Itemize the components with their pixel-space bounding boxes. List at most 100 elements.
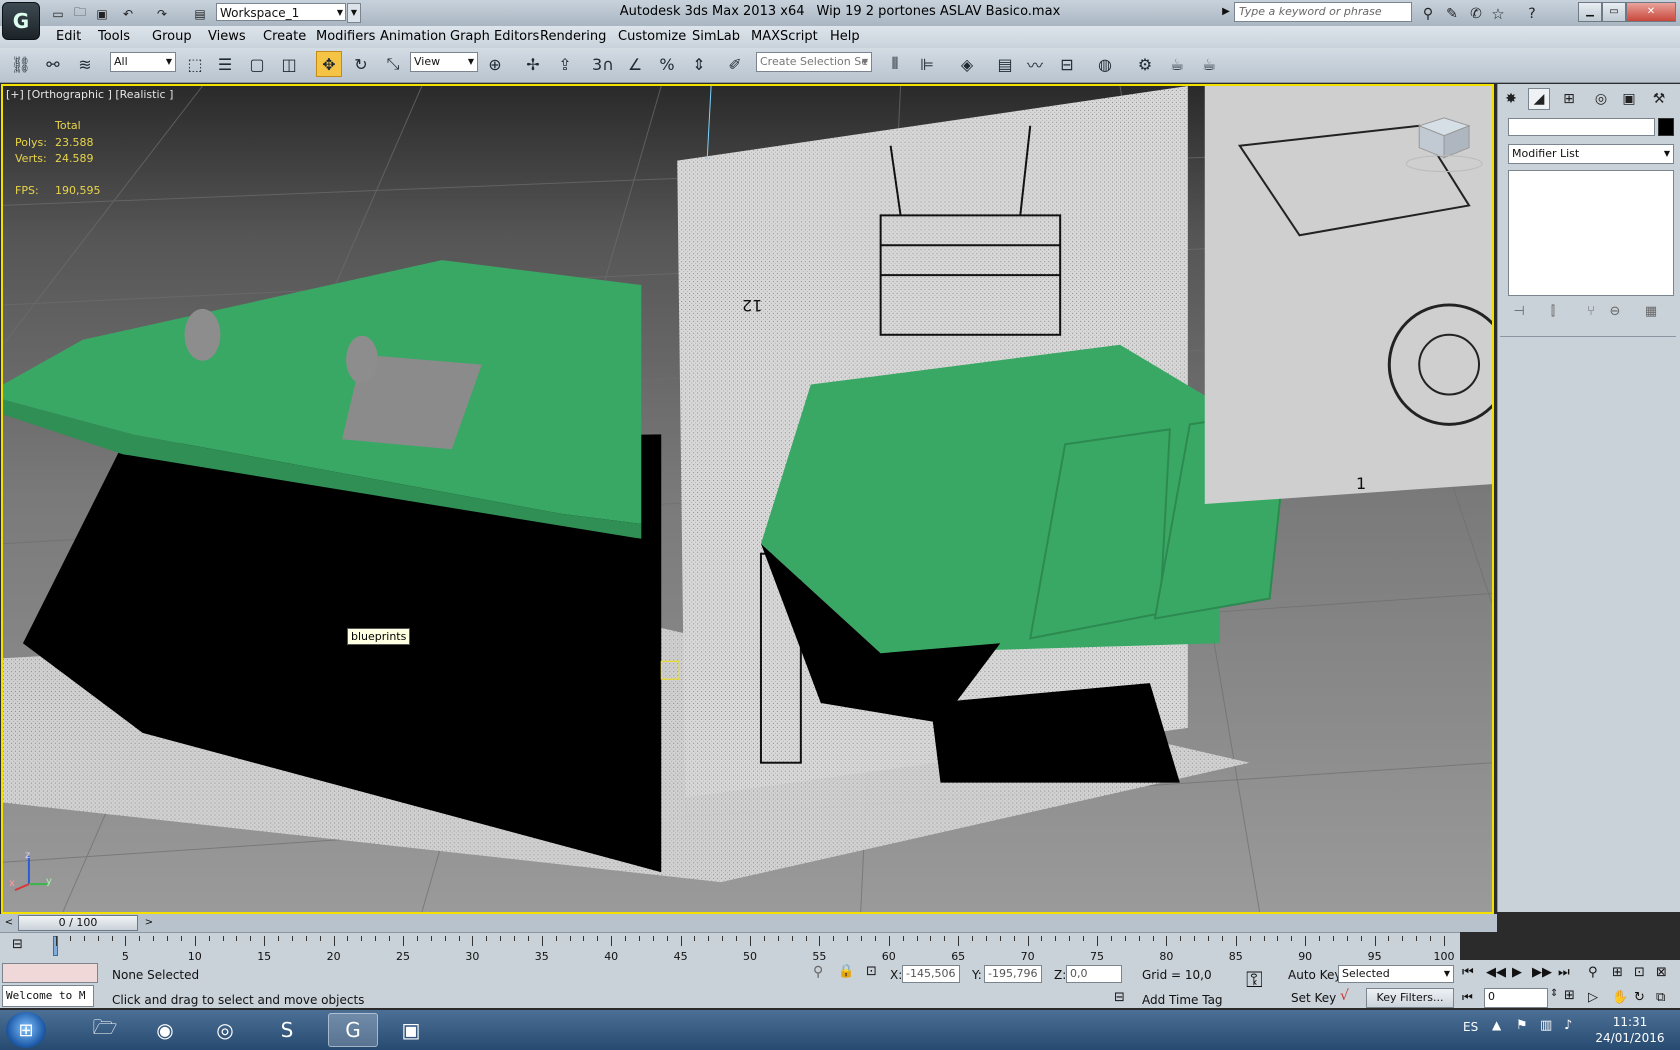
action-center-icon[interactable]: ⚑ — [1516, 1018, 1528, 1033]
zoom-extents-icon[interactable]: ⊡ — [1634, 965, 1645, 980]
input-language[interactable]: ES — [1463, 1020, 1478, 1034]
play-icon[interactable]: ▶ — [1512, 965, 1522, 980]
maximize-viewport-icon[interactable]: ⧉ — [1656, 990, 1665, 1005]
modify-tab-icon[interactable]: ◢ — [1528, 88, 1550, 110]
window-crossing-icon[interactable]: ◫ — [276, 51, 302, 77]
windows-start-icon[interactable]: ⊞ — [6, 1012, 46, 1048]
zoom-all-icon[interactable]: ⊞ — [1612, 965, 1623, 980]
menu-rendering[interactable]: Rendering — [540, 26, 606, 48]
skype-icon[interactable]: S — [262, 1013, 312, 1047]
unlink-icon[interactable]: ⚯ — [40, 51, 66, 77]
volume-icon[interactable]: ♪ — [1564, 1018, 1572, 1033]
viewport-label[interactable]: [+] [Orthographic ] [Realistic ] — [6, 88, 173, 101]
select-by-name-icon[interactable]: ☰ — [212, 51, 238, 77]
menu-views[interactable]: Views — [208, 26, 246, 48]
object-color-swatch[interactable] — [1658, 118, 1674, 136]
angle-snap-icon[interactable]: ∠ — [622, 51, 648, 77]
curve-editor-icon[interactable]: 〰 — [1022, 51, 1048, 77]
subscription-icon[interactable]: ✎ — [1442, 4, 1462, 23]
select-and-link-icon[interactable]: ⛓ — [8, 51, 34, 77]
communication-icon[interactable]: ✆ — [1466, 4, 1486, 23]
remove-modifier-icon[interactable]: ⊖ — [1604, 302, 1626, 322]
time-slider-thumb[interactable]: 0 / 100 — [18, 915, 138, 931]
set-key-icon[interactable]: ⚿ — [1246, 968, 1263, 993]
field-of-view-icon[interactable]: ▷ — [1588, 990, 1598, 1005]
percent-snap-icon[interactable]: % — [654, 51, 680, 77]
configure-sets-icon[interactable]: ▦ — [1640, 302, 1662, 322]
tray-expand-icon[interactable]: ▲ — [1492, 1018, 1501, 1032]
spinner-snap-icon[interactable]: ⇕ — [686, 51, 712, 77]
edit-named-selection-icon[interactable]: ✐ — [722, 51, 748, 77]
display-tab-icon[interactable]: ▣ — [1618, 88, 1640, 110]
menu-tools[interactable]: Tools — [98, 26, 130, 48]
select-object-icon[interactable]: ⬚ — [182, 51, 208, 77]
key-mode-icon[interactable]: ⏮ — [1462, 990, 1473, 1005]
schematic-view-icon[interactable]: ⊟ — [1054, 51, 1080, 77]
rectangular-selection-icon[interactable]: ▢ — [244, 51, 270, 77]
rendered-frame-icon[interactable]: ☕ — [1164, 51, 1190, 77]
menu-animation[interactable]: Animation — [380, 26, 446, 48]
maximize-button[interactable]: ▭ — [1602, 2, 1626, 22]
network-icon[interactable]: ▥ — [1540, 1018, 1552, 1033]
render-production-icon[interactable]: ☕ — [1196, 51, 1222, 77]
binoculars-icon[interactable]: ⚲ — [1418, 4, 1438, 23]
select-and-move-icon[interactable]: ✥ — [316, 51, 342, 77]
z-coordinate-field[interactable]: 0,0 — [1066, 965, 1122, 983]
render-setup-icon[interactable]: ⚙ — [1132, 51, 1158, 77]
hierarchy-tab-icon[interactable]: ⊞ — [1558, 88, 1580, 110]
create-tab-icon[interactable]: ✸ — [1500, 88, 1522, 110]
perspective-viewport[interactable] — [1, 84, 1494, 914]
minimize-button[interactable]: ▁ — [1578, 2, 1602, 22]
selection-lock-icon[interactable]: 🔒 — [838, 964, 854, 979]
key-filters-button[interactable]: Key Filters... — [1366, 988, 1454, 1008]
go-to-end-icon[interactable]: ⏭ — [1558, 965, 1570, 980]
menu-maxscript[interactable]: MAXScript — [751, 26, 818, 48]
time-slider-next-icon[interactable]: > — [142, 915, 156, 931]
menu-create[interactable]: Create — [263, 26, 306, 48]
maxscript-mini-listener[interactable] — [2, 963, 98, 983]
select-and-scale-icon[interactable]: ⤡ — [380, 51, 406, 77]
search-input[interactable]: Type a keyword or phrase — [1234, 2, 1412, 22]
add-time-tag-button[interactable]: Add Time Tag — [1142, 993, 1223, 1007]
app-logo-icon[interactable]: G — [2, 2, 40, 40]
go-to-start-icon[interactable]: ⏮ — [1462, 965, 1474, 980]
3dsmax-taskbar-icon[interactable]: G — [328, 1013, 378, 1047]
align-icon[interactable]: ⊫ — [914, 51, 940, 77]
menu-edit[interactable]: Edit — [56, 26, 81, 48]
key-filter-dropdown[interactable]: Selected ▼ — [1338, 965, 1454, 983]
close-button[interactable]: ✕ — [1626, 2, 1676, 22]
pan-view-icon[interactable]: ✋ — [1612, 990, 1628, 1005]
menu-modifiers[interactable]: Modifiers — [316, 26, 375, 48]
pivot-center-icon[interactable]: ⊕ — [482, 51, 508, 77]
script-listener-field[interactable]: Welcome to M — [2, 985, 94, 1007]
select-manipulate-icon[interactable]: ✢ — [520, 51, 546, 77]
menu-help[interactable]: Help — [830, 26, 860, 48]
system-clock[interactable]: 11:31 24/01/2016 — [1590, 1014, 1670, 1046]
y-coordinate-field[interactable]: -195,796 — [984, 965, 1042, 983]
layer-manager-icon[interactable]: ◈ — [954, 51, 980, 77]
motion-tab-icon[interactable]: ◎ — [1590, 88, 1612, 110]
menu-group[interactable]: Group — [152, 26, 192, 48]
utilities-tab-icon[interactable]: ⚒ — [1648, 88, 1670, 110]
modifier-stack[interactable] — [1508, 170, 1674, 296]
pin-stack-icon[interactable]: ⊣ — [1508, 302, 1530, 322]
next-frame-icon[interactable]: ▶▶ — [1532, 965, 1552, 980]
photo-viewer-icon[interactable]: ▣ — [386, 1013, 436, 1047]
time-slider[interactable] — [0, 914, 1497, 932]
menu-customize[interactable]: Customize — [618, 26, 686, 48]
bind-space-warp-icon[interactable]: ≋ — [72, 51, 98, 77]
select-and-rotate-icon[interactable]: ↻ — [348, 51, 374, 77]
make-unique-icon[interactable]: ⑂ — [1580, 302, 1602, 322]
snaps-toggle-icon[interactable]: 3 ∩ — [590, 51, 616, 77]
named-selection-dropdown[interactable]: Create Selection Se ▼ — [756, 52, 872, 72]
material-editor-icon[interactable]: ◍ — [1092, 51, 1118, 77]
auto-key-button[interactable]: Auto Key — [1288, 968, 1341, 982]
search-expand-icon[interactable]: ▶ — [1220, 4, 1232, 20]
selection-filter-dropdown[interactable]: All ▼ — [110, 52, 176, 72]
keyboard-shortcut-icon[interactable]: ⇪ — [552, 51, 578, 77]
time-tag-icon[interactable]: ⊟ — [1114, 990, 1125, 1005]
modifier-list-dropdown[interactable]: Modifier List ▼ — [1508, 144, 1674, 164]
isolate-toggle-icon[interactable]: ⚲ — [813, 964, 823, 980]
firefox-icon[interactable]: ◉ — [140, 1013, 190, 1047]
mini-curve-editor-icon[interactable]: ⊟ — [12, 937, 36, 955]
